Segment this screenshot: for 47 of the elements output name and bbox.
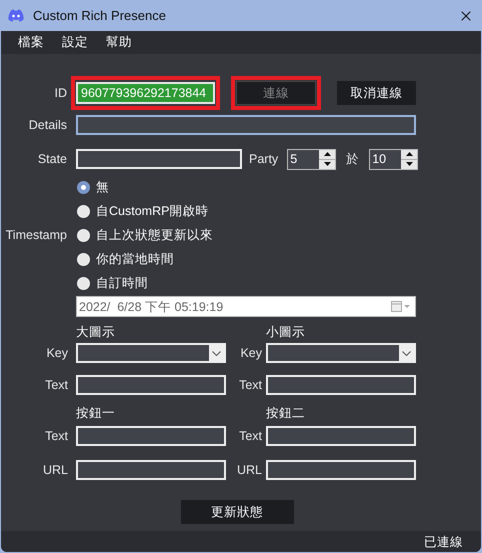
separator-label: 於 bbox=[346, 151, 360, 168]
field-label: State bbox=[36, 151, 67, 168]
menu-item[interactable]: 檔案 bbox=[11, 33, 51, 52]
radio-option[interactable]: 你的當地時間 bbox=[77, 247, 213, 272]
field-label: Text bbox=[44, 428, 68, 444]
spin-up-icon[interactable] bbox=[319, 150, 336, 160]
chevron-down-icon bbox=[402, 350, 411, 356]
number-spinner[interactable]: 10 bbox=[369, 148, 418, 170]
text-field[interactable] bbox=[76, 115, 416, 136]
update-status-button[interactable]: 更新狀態 bbox=[180, 500, 294, 524]
menu-item[interactable]: 幫助 bbox=[99, 33, 139, 52]
field-label: Key bbox=[239, 345, 262, 362]
field-label: ID bbox=[54, 85, 67, 102]
dropdown[interactable] bbox=[266, 343, 416, 364]
radio-button[interactable] bbox=[77, 228, 90, 242]
field-label: URL bbox=[236, 462, 262, 478]
radio-option[interactable]: 自CustomRP開啟時 bbox=[77, 199, 213, 224]
radio-option[interactable]: 無 bbox=[77, 175, 213, 200]
radio-option[interactable]: 自訂時間 bbox=[77, 271, 213, 296]
dropdown[interactable] bbox=[76, 343, 226, 364]
field-label: Timestamp bbox=[4, 227, 67, 244]
date-time-picker[interactable]: 2022/ 6/28 下午 05:19:19 bbox=[76, 296, 416, 318]
section-heading: 按鈕二 bbox=[266, 406, 305, 420]
field-label: URL bbox=[42, 462, 68, 478]
radio-button[interactable] bbox=[77, 180, 90, 194]
field-label: Text bbox=[238, 377, 262, 394]
field-label: Text bbox=[238, 428, 262, 444]
disconnect-button[interactable]: 取消連線 bbox=[337, 81, 416, 106]
field-label: Key bbox=[45, 345, 68, 362]
section-heading: 大圖示 bbox=[76, 325, 116, 340]
radio-button[interactable] bbox=[77, 204, 90, 218]
party-label: Party bbox=[249, 151, 278, 168]
radio-option[interactable]: 自上次狀態更新以來 bbox=[77, 223, 213, 248]
field-label: Text bbox=[44, 377, 68, 394]
id-field[interactable]: 960779396292173844 bbox=[76, 82, 215, 104]
spin-up-icon[interactable] bbox=[401, 150, 418, 160]
radio-button[interactable] bbox=[77, 276, 90, 290]
section-heading: 按鈕一 bbox=[76, 406, 116, 420]
chevron-down-icon bbox=[212, 350, 221, 356]
status-text: 已連線 bbox=[424, 534, 463, 550]
field-label: Details bbox=[28, 117, 67, 134]
number-spinner[interactable]: 5 bbox=[287, 148, 336, 170]
game-controller-logo-icon bbox=[8, 9, 24, 22]
window-title: Custom Rich Presence bbox=[33, 6, 166, 25]
menu-item[interactable]: 設定 bbox=[55, 33, 95, 52]
section-heading: 小圖示 bbox=[266, 325, 305, 340]
radio-button[interactable] bbox=[77, 252, 90, 266]
